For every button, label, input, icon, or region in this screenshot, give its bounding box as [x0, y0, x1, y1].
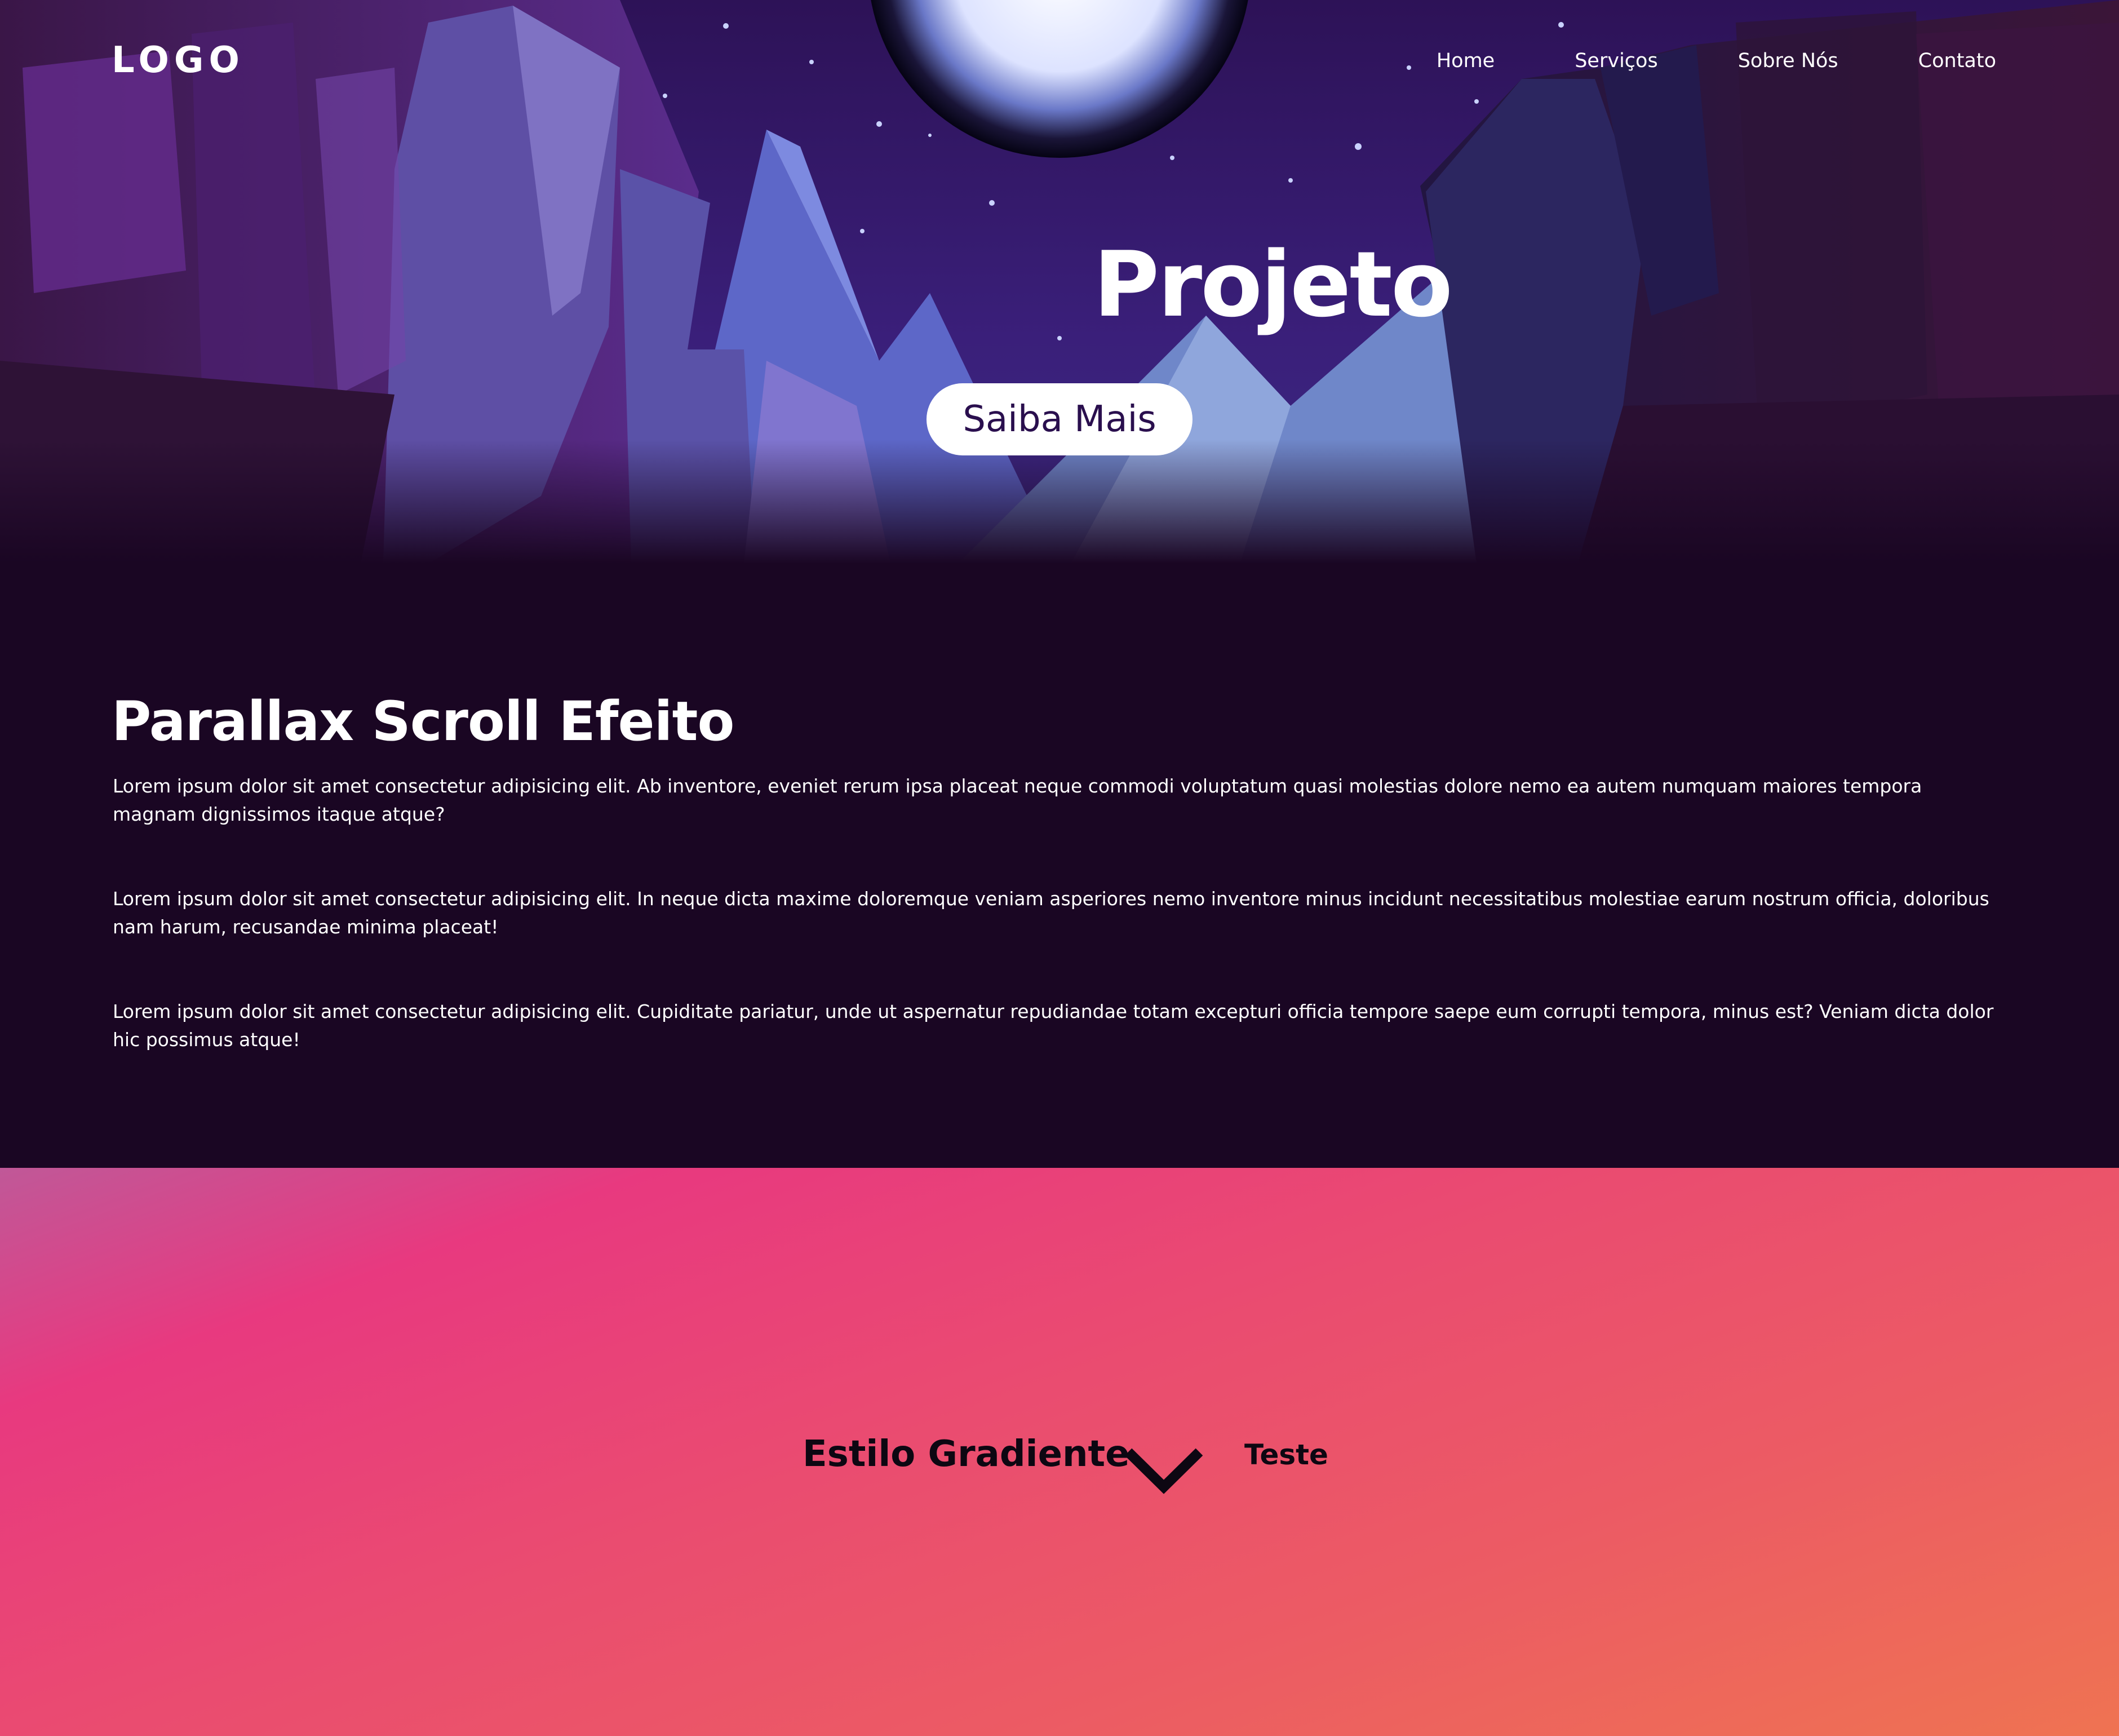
- site-logo[interactable]: LOGO: [112, 35, 245, 86]
- content-section: Parallax Scroll Efeito Lorem ipsum dolor…: [0, 564, 2119, 1168]
- nav-link-home[interactable]: Home: [1437, 45, 1495, 77]
- main-nav: Home Serviços Sobre Nós Contato: [1437, 45, 1996, 77]
- site-header: LOGO Home Serviços Sobre Nós Contato: [0, 0, 2119, 122]
- chevron-down-icon[interactable]: [1121, 1444, 1206, 1500]
- content-paragraph-3: Lorem ipsum dolor sit amet consectetur a…: [113, 1000, 1994, 1051]
- nav-link-contato[interactable]: Contato: [1918, 45, 1996, 77]
- teste-label: Teste: [1244, 1438, 1328, 1471]
- gradient-section-title: Estilo Gradiente: [803, 1433, 1130, 1475]
- saiba-mais-button[interactable]: Saiba Mais: [926, 383, 1193, 455]
- hero-section: LOGO Home Serviços Sobre Nós Contato Pro…: [0, 0, 2119, 564]
- nav-link-servicos[interactable]: Serviços: [1575, 45, 1657, 77]
- hero-title: Projeto: [1093, 232, 1453, 337]
- content-paragraph-2: Lorem ipsum dolor sit amet consectetur a…: [113, 888, 1989, 938]
- gradient-section: Estilo Gradiente Teste: [0, 1168, 2119, 1736]
- content-paragraph-1: Lorem ipsum dolor sit amet consectetur a…: [113, 775, 1922, 825]
- nav-link-sobre-nos[interactable]: Sobre Nós: [1738, 45, 1838, 77]
- content-title: Parallax Scroll Efeito: [112, 690, 734, 753]
